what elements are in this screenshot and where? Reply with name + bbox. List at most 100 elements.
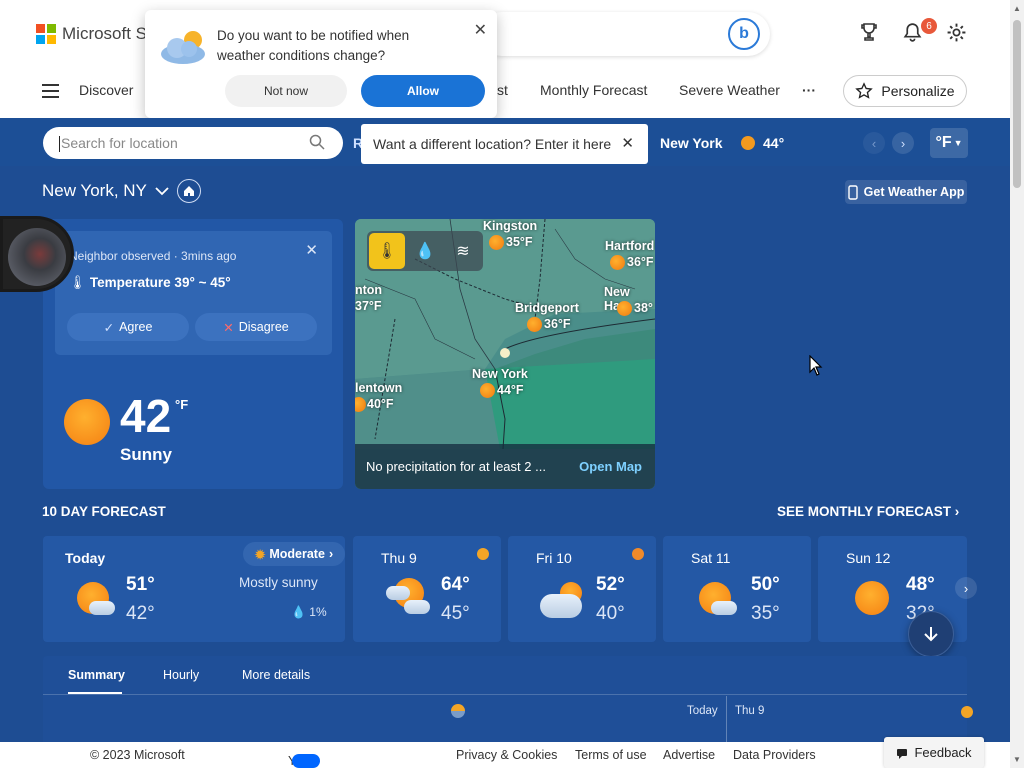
map-city-label: Kingston [483, 219, 538, 233]
current-location-marker [500, 348, 510, 358]
get-weather-app-button[interactable]: Get Weather App [845, 180, 967, 204]
city-selector[interactable]: New York, NY [42, 181, 169, 201]
unit-toggle-button[interactable]: °F ▼ [930, 128, 968, 158]
scrollbar-thumb[interactable] [1013, 20, 1021, 188]
high-temp: 52° [596, 574, 625, 595]
scroll-up-icon[interactable]: ▲ [1013, 4, 1021, 13]
scroll-down-button[interactable] [908, 611, 954, 657]
feedback-icon [897, 748, 908, 759]
chevron-left-icon[interactable]: ‹ [863, 132, 885, 154]
chevron-right-icon[interactable]: › [892, 132, 914, 154]
thermometer-icon: 🌡 [69, 275, 87, 290]
mouse-cursor-icon [809, 355, 823, 376]
map-temp-label: 35°F [506, 235, 533, 249]
hamburger-menu-icon[interactable] [42, 84, 59, 102]
home-icon[interactable] [177, 179, 201, 203]
scrollbar[interactable]: ▲ ▼ [1010, 0, 1024, 768]
timeline-label-thu: Thu 9 [735, 705, 765, 717]
feedback-button[interactable]: Feedback [884, 737, 984, 768]
tab-more-details[interactable]: More details [242, 668, 310, 682]
weather-map-card[interactable]: 🌡 💧 ≋ Kingston 35°F Hartford 36°F nton 3… [355, 219, 655, 489]
current-conditions-card: Neighbor observed · 3mins ago ✕ 🌡 Temper… [43, 219, 343, 489]
feedback-label: Feedback [914, 745, 972, 760]
top-search-box[interactable] [480, 12, 770, 56]
timeline-label-today: Today [687, 705, 718, 717]
disagree-label: Disagree [238, 320, 289, 334]
selected-location-name[interactable]: New York [660, 135, 723, 151]
high-temp: 50° [751, 574, 780, 595]
tab-summary[interactable]: Summary [68, 668, 125, 682]
allow-button[interactable]: Allow [361, 75, 485, 107]
nav-forecast[interactable]: st [497, 82, 508, 98]
close-icon[interactable]: ✕ [474, 20, 487, 40]
sunny-icon [64, 399, 110, 445]
terms-link[interactable]: Terms of use [575, 748, 647, 762]
footer: © 2023 Microsoft Your Privacy Choices Pr… [0, 742, 1010, 768]
location-search-input[interactable]: Search for location [43, 127, 343, 159]
wind-layer-icon[interactable]: ≋ [445, 233, 481, 269]
day-name: Sat 11 [691, 550, 731, 566]
nav-monthly-forecast[interactable]: Monthly Forecast [540, 82, 647, 98]
tab-hourly[interactable]: Hourly [163, 668, 199, 682]
forecast-day-today[interactable]: Today ✹ Moderate › 51° 42° Mostly sunny … [43, 536, 345, 642]
temperature-layer-icon[interactable]: 🌡 [369, 233, 405, 269]
mostly-cloudy-icon [540, 582, 588, 620]
precipitation-layer-icon[interactable]: 💧 [407, 233, 443, 269]
advertise-link[interactable]: Advertise [663, 748, 715, 762]
condition-text: Mostly sunny [239, 575, 318, 590]
privacy-cookies-link[interactable]: Privacy & Cookies [456, 748, 557, 762]
scroll-down-icon[interactable]: ▼ [1013, 755, 1021, 764]
map-temp-label: 40°F [367, 397, 394, 411]
map-temp-label: 44°F [497, 383, 524, 397]
precipitation-message: No precipitation for at least 2 ... [366, 459, 546, 474]
sunny-icon [855, 581, 889, 615]
x-mark-icon: ✕ [223, 320, 234, 335]
forecast-day[interactable]: Sat 11 50° 35° [663, 536, 811, 642]
sun-small-icon [632, 548, 644, 560]
mostly-sunny-icon [77, 582, 115, 616]
map-temp-label: 36°F [544, 317, 571, 331]
privacy-toggle-icon [292, 754, 320, 768]
nav-severe-weather[interactable]: Severe Weather [679, 82, 780, 98]
forecast-day[interactable]: Thu 9 64° 45° [353, 536, 501, 642]
text-caret [59, 136, 60, 153]
data-providers-link[interactable]: Data Providers [733, 748, 816, 762]
air-quality-badge[interactable]: ✹ Moderate › [243, 542, 345, 566]
rewards-trophy-icon[interactable] [859, 22, 879, 48]
search-icon[interactable] [309, 134, 325, 154]
agree-button[interactable]: ✓ Agree [67, 313, 189, 341]
more-options-icon[interactable]: ··· [802, 82, 816, 98]
unit-label: °F [935, 134, 952, 151]
not-now-button[interactable]: Not now [225, 75, 347, 107]
star-sparkle-icon [855, 82, 874, 99]
map-temp-label: 37°F [355, 299, 382, 313]
forecast-day[interactable]: Fri 10 52° 40° [508, 536, 656, 642]
current-temperature: 42 [120, 390, 172, 442]
map-temp-dot [527, 317, 542, 332]
close-icon[interactable]: ✕ [305, 241, 318, 259]
bell-icon[interactable] [902, 22, 923, 49]
bing-chat-icon[interactable]: b [728, 18, 760, 50]
open-map-link[interactable]: Open Map [579, 459, 642, 474]
map-city-label: Hartford [605, 239, 655, 253]
divider [43, 694, 967, 695]
get-app-label: Get Weather App [863, 185, 965, 199]
chevron-down-icon: ▼ [953, 138, 963, 148]
disagree-button[interactable]: ✕ Disagree [195, 313, 317, 341]
personalize-button[interactable]: Personalize [843, 75, 967, 107]
avatar[interactable] [0, 216, 74, 292]
map-temp-dot [617, 301, 632, 316]
low-temp: 35° [751, 603, 780, 624]
see-monthly-forecast-link[interactable]: SEE MONTHLY FORECAST › [777, 504, 959, 519]
map-city-label: lentown [355, 381, 403, 395]
microsoft-logo-icon [36, 24, 56, 44]
day-name: Sun 12 [846, 550, 891, 566]
gear-icon[interactable] [946, 22, 967, 49]
chevron-right-icon[interactable]: › [955, 577, 977, 599]
logo-text: Microsoft St [62, 24, 152, 43]
location-bar: Search for location R Want a different l… [0, 118, 1010, 166]
nav-discover[interactable]: Discover [79, 82, 133, 98]
close-icon[interactable]: ✕ [621, 134, 634, 152]
microsoft-start-logo[interactable]: Microsoft St [36, 24, 152, 44]
mostly-sunny-icon [699, 582, 739, 616]
